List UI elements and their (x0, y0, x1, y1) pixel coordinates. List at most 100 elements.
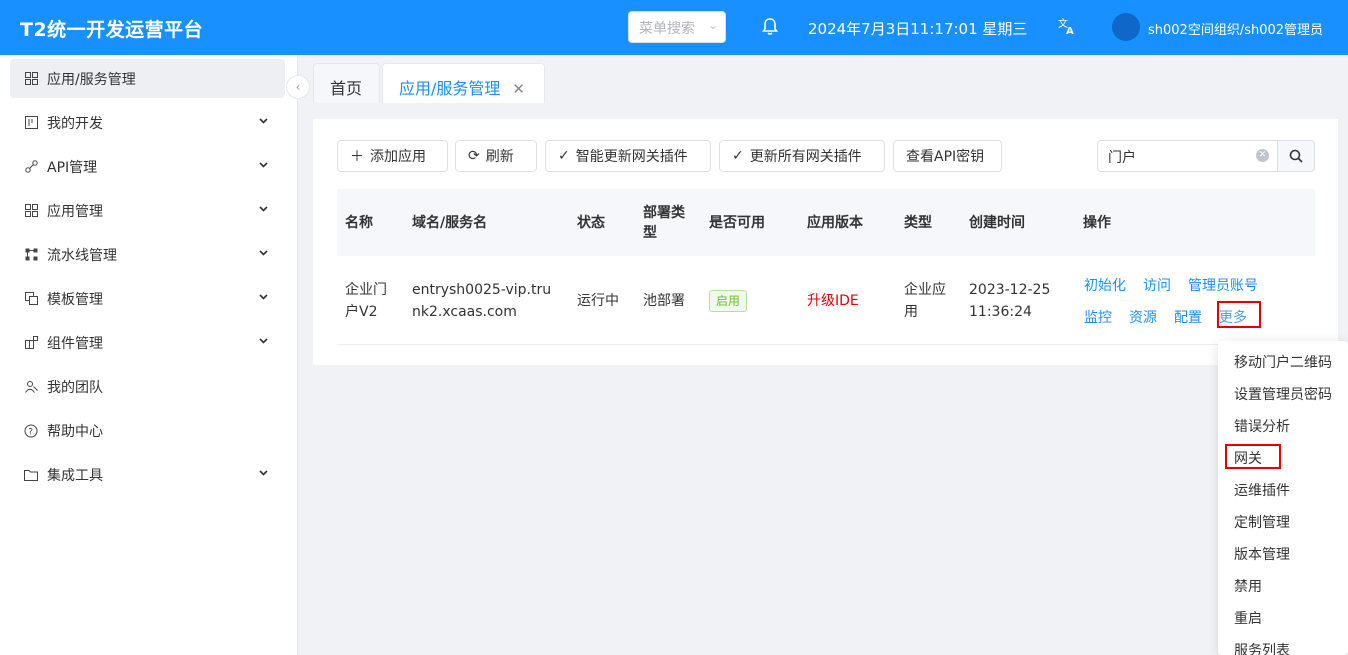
help-icon: ? (24, 424, 38, 438)
user-name[interactable]: sh002空间组织/sh002管理员 (1148, 19, 1323, 38)
monitor-link[interactable]: 监控 (1084, 307, 1112, 327)
tab-app-service[interactable]: 应用/服务管理 ✕ (382, 63, 545, 103)
avatar[interactable] (1112, 13, 1140, 41)
chevron-down-icon (259, 470, 268, 476)
column-header: 域名/服务名 (412, 214, 488, 231)
sidebar-item-my-dev[interactable]: 我的开发 (10, 103, 285, 142)
menu-item-mobile-qr[interactable]: 移动门户二维码 (1234, 352, 1332, 372)
check-icon: ✓ (558, 148, 570, 164)
sidebar-item-app-manage[interactable]: 应用管理 (10, 191, 285, 230)
column-header: 类型 (904, 214, 932, 231)
sidebar-collapse-button[interactable]: ‹ (286, 75, 310, 99)
highlight-box-more (1217, 301, 1261, 328)
link-icon (24, 160, 38, 174)
config-link[interactable]: 配置 (1174, 307, 1202, 327)
resource-link[interactable]: 资源 (1129, 307, 1157, 327)
menu-search-select[interactable]: 菜单搜索 ⌄ (628, 11, 726, 43)
sidebar-item-integration[interactable]: 集成工具 (10, 455, 285, 494)
menu-item-ops-plugin[interactable]: 运维插件 (1234, 480, 1290, 500)
cell-type: 企业应用 (904, 281, 946, 320)
menu-item-service-list[interactable]: 服务列表 (1234, 640, 1290, 655)
chevron-down-icon (259, 118, 268, 124)
close-icon[interactable]: ✕ (512, 80, 525, 98)
smart-update-label: 智能更新网关插件 (575, 149, 688, 165)
cell-version[interactable]: 升级IDE (807, 256, 859, 345)
pipeline-icon (24, 248, 38, 262)
column-header: 操作 (1083, 214, 1111, 231)
search-button[interactable] (1277, 140, 1315, 172)
column-header: 名称 (345, 214, 373, 231)
component-icon (24, 336, 38, 350)
sidebar-item-app-service[interactable]: 应用/服务管理 (10, 59, 285, 98)
menu-item-error-analysis[interactable]: 错误分析 (1234, 416, 1290, 436)
app-title: T2统一开发运营平台 (20, 19, 204, 41)
view-api-key-button[interactable]: 查看API密钥 (893, 140, 1002, 172)
sidebar-item-label: API管理 (47, 159, 98, 176)
menu-item-restart[interactable]: 重启 (1234, 608, 1262, 628)
init-link[interactable]: 初始化 (1084, 275, 1126, 295)
add-app-button[interactable]: ＋ 添加应用 (337, 140, 448, 172)
cell-created: 2023-12-25 11:36:24 (969, 281, 1051, 320)
view-api-key-label: 查看API密钥 (906, 149, 985, 165)
bell-icon[interactable] (761, 17, 779, 37)
add-app-label: 添加应用 (370, 149, 426, 165)
sidebar-item-label: 我的开发 (47, 115, 103, 132)
tab-label: 首页 (330, 79, 363, 98)
sidebar-item-help[interactable]: ? 帮助中心 (10, 411, 285, 450)
sidebar-item-api[interactable]: API管理 (10, 147, 285, 186)
refresh-button[interactable]: ⟳ 刷新 (455, 140, 537, 172)
cell-domain: entrysh0025-vip.trunk2.xcaas.com (412, 281, 552, 320)
sidebar-item-label: 我的团队 (47, 379, 103, 396)
grid-icon (24, 72, 38, 86)
sidebar: 应用/服务管理 我的开发 API管理 应用管理 流水线管理 模板管理 组件管理 … (0, 55, 298, 655)
sidebar-item-label: 帮助中心 (47, 423, 103, 440)
sidebar-item-label: 模板管理 (47, 291, 103, 308)
column-header: 状态 (577, 214, 605, 231)
tab-label: 应用/服务管理 (399, 79, 501, 98)
chevron-down-icon (259, 206, 268, 212)
search-value: 门户 (1108, 150, 1136, 166)
menu-item-custom-manage[interactable]: 定制管理 (1234, 512, 1290, 532)
update-all-button[interactable]: ✓ 更新所有网关插件 (719, 140, 885, 172)
translate-icon[interactable]: 文 A (1057, 16, 1077, 36)
sidebar-item-label: 流水线管理 (47, 247, 117, 264)
cell-name: 企业门户V2 (345, 281, 387, 320)
highlight-box-gateway (1225, 444, 1281, 469)
team-icon (24, 380, 38, 394)
datetime-display: 2024年7月3日11:17:01 星期三 (808, 20, 1028, 38)
clear-icon[interactable]: ✕ (1256, 149, 1269, 162)
refresh-label: 刷新 (485, 149, 514, 165)
sidebar-item-label: 应用/服务管理 (47, 71, 136, 88)
menu-search-placeholder: 菜单搜索 (639, 21, 695, 37)
svg-text:?: ? (28, 427, 33, 437)
admin-account-link[interactable]: 管理员账号 (1188, 275, 1258, 295)
sidebar-item-label: 应用管理 (47, 203, 103, 220)
more-dropdown-menu: 移动门户二维码 设置管理员密码 错误分析 网关 运维插件 定制管理 版本管理 禁… (1218, 341, 1348, 655)
sidebar-item-pipeline[interactable]: 流水线管理 (10, 235, 285, 274)
chevron-down-icon: ⌄ (707, 18, 718, 32)
template-icon (24, 292, 38, 306)
column-header: 是否可用 (709, 214, 765, 231)
tab-home[interactable]: 首页 (313, 63, 380, 103)
sidebar-item-label: 集成工具 (47, 467, 103, 484)
search-input[interactable]: 门户 ✕ (1097, 140, 1278, 172)
sidebar-item-label: 组件管理 (47, 335, 103, 352)
menu-item-version-manage[interactable]: 版本管理 (1234, 544, 1290, 564)
menu-item-disable[interactable]: 禁用 (1234, 576, 1262, 596)
cell-deploy-type: 池部署 (643, 292, 685, 309)
chevron-down-icon (259, 338, 268, 344)
smart-update-button[interactable]: ✓ 智能更新网关插件 (545, 140, 711, 172)
sidebar-item-template[interactable]: 模板管理 (10, 279, 285, 318)
table-header: 名称 域名/服务名 状态 部署类型 是否可用 应用版本 类型 创建时间 操作 (337, 189, 1315, 256)
check-icon: ✓ (732, 148, 744, 164)
main-panel: ＋ 添加应用 ⟳ 刷新 ✓ 智能更新网关插件 ✓ 更新所有网关插件 查看API密钥 门户… (313, 119, 1338, 365)
sidebar-item-team[interactable]: 我的团队 (10, 367, 285, 406)
sidebar-item-component[interactable]: 组件管理 (10, 323, 285, 362)
visit-link[interactable]: 访问 (1143, 275, 1171, 295)
status-badge: 启用 (709, 289, 748, 312)
chevron-down-icon (259, 250, 268, 256)
search-icon (1289, 149, 1303, 163)
menu-item-set-admin-password[interactable]: 设置管理员密码 (1234, 384, 1332, 404)
refresh-icon: ⟳ (468, 148, 480, 164)
cell-status: 运行中 (577, 292, 619, 309)
